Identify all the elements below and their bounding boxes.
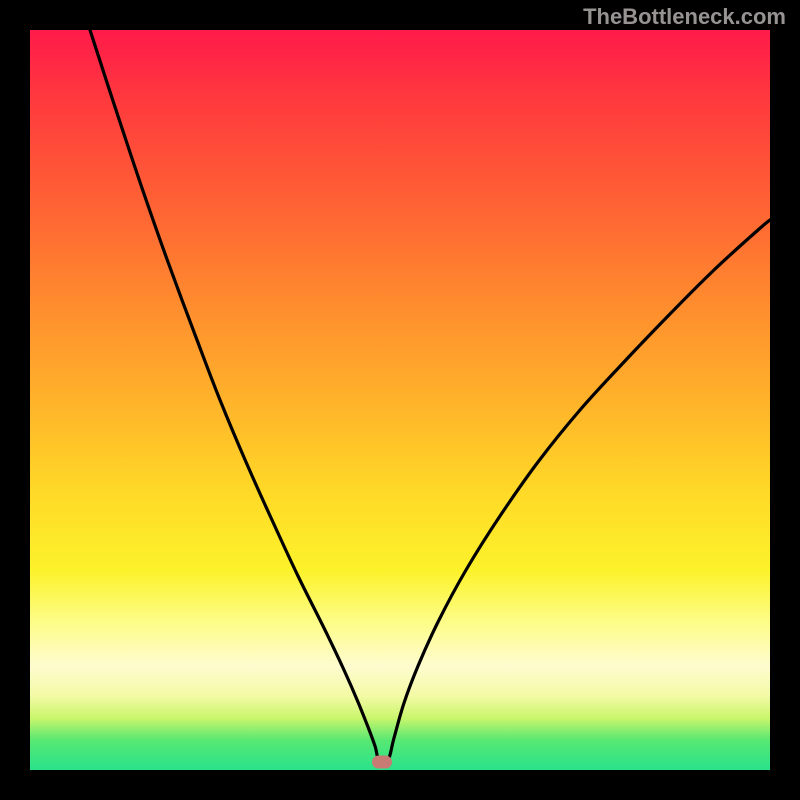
chart-container: TheBottleneck.com [0, 0, 800, 800]
optimal-marker [372, 756, 392, 769]
plot-area [30, 30, 770, 770]
watermark-text: TheBottleneck.com [583, 4, 786, 30]
bottleneck-curve [30, 30, 770, 770]
